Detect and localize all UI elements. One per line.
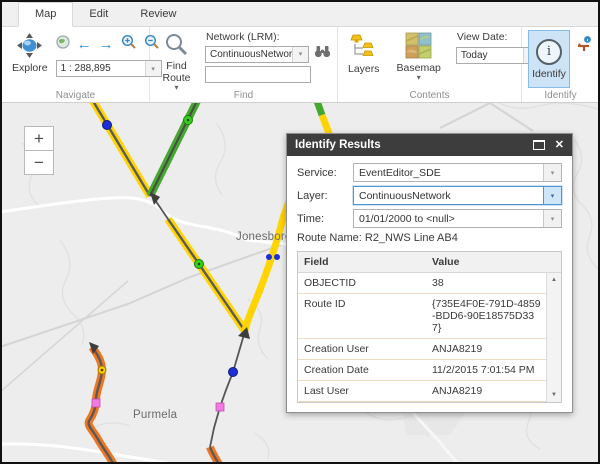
group-identify: i Identify Identify xyxy=(522,27,599,102)
map-point-markers xyxy=(92,116,280,412)
place-label-jonesboro: Jonesboro xyxy=(236,231,292,243)
identify-results-titlebar[interactable]: Identify Results ✕ xyxy=(287,134,572,156)
chevron-down-icon[interactable]: ▾ xyxy=(543,187,561,204)
service-combobox[interactable]: EventEditor_SDE ▾ xyxy=(353,163,562,182)
route-name-row: Route Name: R2_NWS Line AB4 xyxy=(297,232,562,244)
table-row[interactable]: Creation User ANJA8219 xyxy=(298,339,561,360)
table-row[interactable]: Route ID {735E4F0E-791D-4859-BDD6-90E185… xyxy=(298,294,561,339)
app-window: Map Edit Review xyxy=(0,0,600,464)
identify-results-title: Identify Results xyxy=(295,139,381,151)
value-cell: ANJA8219 xyxy=(426,339,561,359)
group-navigate: Explore ← → xyxy=(2,27,150,102)
service-value: EventEditor_SDE xyxy=(354,167,543,179)
zoom-in-button[interactable]: + xyxy=(24,126,54,151)
navigate-group-label: Navigate xyxy=(2,90,149,101)
identify-results-panel: Identify Results ✕ Service: EventEditor_… xyxy=(286,133,573,413)
layers-button[interactable]: Layers xyxy=(344,30,384,84)
field-cell: Creation User xyxy=(298,339,426,359)
find-route-input[interactable] xyxy=(205,66,311,83)
place-label-purmela: Purmela xyxy=(133,409,177,421)
field-cell: Creation Date xyxy=(298,360,426,380)
find-group-label: Find xyxy=(150,90,337,101)
layer-value: ContinuousNetwork xyxy=(354,190,543,202)
basemap-icon xyxy=(405,32,432,62)
binoculars-icon[interactable] xyxy=(314,45,331,63)
value-cell: {735E4F0E-791D-4859-BDD6-90E18575D337} xyxy=(426,294,561,338)
previous-extent-icon[interactable]: ← xyxy=(77,37,92,52)
zoom-out-button[interactable]: − xyxy=(24,150,54,175)
table-row[interactable]: OBJECTID 38 xyxy=(298,273,561,294)
scroll-up-icon[interactable]: ▲ xyxy=(547,274,561,286)
identify-icon: i xyxy=(536,39,562,65)
ribbon: Explore ← → xyxy=(2,27,598,103)
zoom-in-icon[interactable] xyxy=(121,34,137,55)
contents-group-label: Contents xyxy=(338,90,521,101)
table-row[interactable]: Creation Date 11/2/2015 7:01:54 PM xyxy=(298,360,561,381)
scale-combobox[interactable]: 1 : 288,895 ▾ xyxy=(56,60,162,77)
table-scrollbar[interactable]: ▲ ▼ xyxy=(546,273,561,402)
time-value: 01/01/2000 to <null> xyxy=(354,213,543,225)
group-find: Find Route ▾ Network (LRM): ContinuousNe… xyxy=(150,27,338,102)
route-name-value: R2_NWS Line AB4 xyxy=(365,232,458,244)
identify-label: Identify xyxy=(532,68,566,80)
tab-map[interactable]: Map xyxy=(18,2,73,27)
chevron-down-icon[interactable]: ▾ xyxy=(292,47,308,62)
attributes-table: Field Value OBJECTID 38 Route ID {735E4F… xyxy=(297,251,562,403)
time-combobox[interactable]: 01/01/2000 to <null> ▾ xyxy=(353,209,562,228)
chevron-down-icon[interactable]: ▾ xyxy=(543,210,561,227)
find-route-label-1: Find xyxy=(166,60,186,72)
route-name-label: Route Name: xyxy=(297,232,362,244)
value-cell: 11/2/2015 7:01:54 PM xyxy=(426,360,561,380)
find-route-button[interactable]: Find Route ▾ xyxy=(156,30,197,94)
view-date-value: Today xyxy=(457,50,523,61)
close-icon[interactable]: ✕ xyxy=(555,140,564,151)
field-cell: Route ID xyxy=(298,294,426,338)
value-cell: 38 xyxy=(426,273,561,293)
tab-review[interactable]: Review xyxy=(124,2,192,26)
basemap-button[interactable]: Basemap ▾ xyxy=(393,30,445,84)
ribbon-tab-bar: Map Edit Review xyxy=(2,2,598,27)
scale-value: 1 : 288,895 xyxy=(57,63,145,74)
find-route-magnifier-icon xyxy=(164,32,189,60)
layer-label: Layer: xyxy=(297,190,353,202)
network-lrm-label: Network (LRM): xyxy=(206,31,331,43)
map-zoom-control: + − xyxy=(24,126,54,175)
maximize-icon[interactable] xyxy=(533,140,545,150)
table-header: Field Value xyxy=(298,252,561,273)
network-combobox[interactable]: ContinuousNetwork ▾ xyxy=(205,46,309,63)
full-extent-globe-icon[interactable] xyxy=(56,35,70,54)
identify-route-location-icon[interactable] xyxy=(576,35,593,88)
identify-group-label: Identify xyxy=(522,90,599,101)
route-orange xyxy=(89,347,220,462)
next-extent-icon[interactable]: → xyxy=(99,37,114,52)
layers-icon xyxy=(350,32,378,63)
column-field: Field xyxy=(298,252,426,272)
field-cell: Last User xyxy=(298,381,426,401)
layers-label: Layers xyxy=(348,63,380,75)
time-label: Time: xyxy=(297,213,353,225)
field-cell: OBJECTID xyxy=(298,273,426,293)
network-value: ContinuousNetwork xyxy=(206,49,292,60)
tab-edit[interactable]: Edit xyxy=(73,2,124,26)
identify-button[interactable]: i Identify xyxy=(528,30,570,88)
table-row[interactable]: Last User ANJA8219 xyxy=(298,381,561,402)
explore-icon xyxy=(16,32,43,62)
column-value: Value xyxy=(426,252,547,272)
service-label: Service: xyxy=(297,167,353,179)
explore-button[interactable]: Explore xyxy=(8,30,52,77)
map-viewport[interactable]: + − Jonesboro Purmela Identify Results ✕… xyxy=(2,103,598,462)
scroll-down-icon[interactable]: ▼ xyxy=(547,389,561,401)
value-cell: ANJA8219 xyxy=(426,381,561,401)
explore-label: Explore xyxy=(12,62,48,74)
layer-combobox[interactable]: ContinuousNetwork ▾ xyxy=(353,186,562,205)
basemap-caret-icon: ▾ xyxy=(417,74,421,82)
chevron-down-icon[interactable]: ▾ xyxy=(543,164,561,181)
group-contents: Layers xyxy=(338,27,522,102)
